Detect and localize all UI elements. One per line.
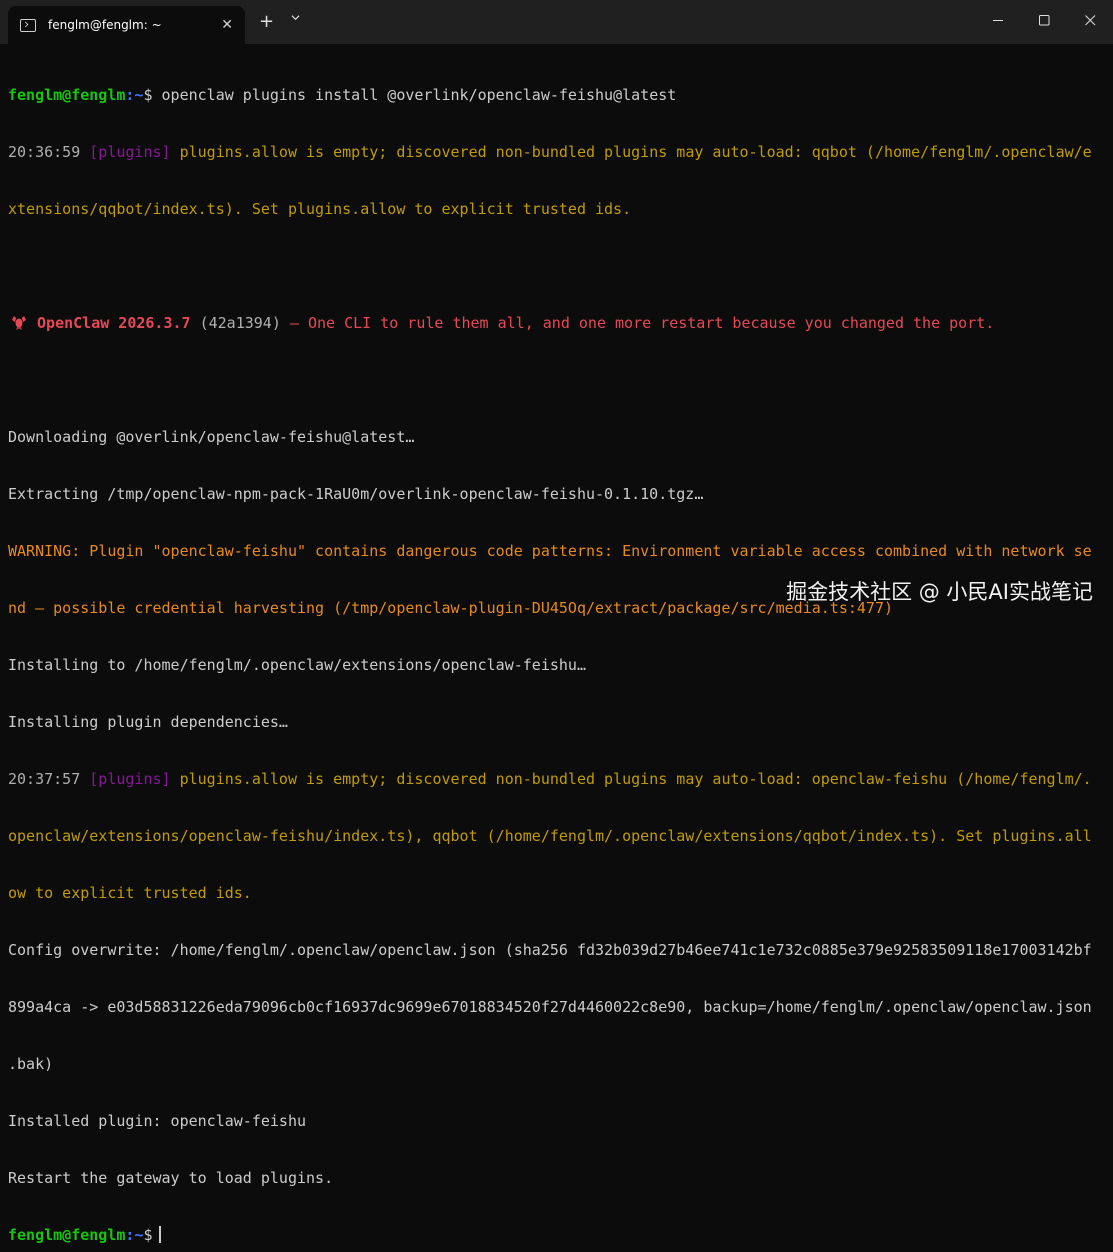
close-icon[interactable]: ✕ xyxy=(221,16,233,34)
tab-terminal[interactable]: fenglm@fenglm: ~ ✕ xyxy=(8,6,245,44)
watermark: 掘金技术社区 @ 小民AI实战笔记 xyxy=(786,580,1093,604)
chevron-down-icon[interactable] xyxy=(291,13,300,22)
output-line: Installing to /home/fenglm/.openclaw/ext… xyxy=(8,656,586,674)
output-line: Installing plugin dependencies… xyxy=(8,713,288,731)
close-icon xyxy=(1084,14,1095,25)
maximize-icon xyxy=(1038,14,1049,25)
text-cursor xyxy=(158,1226,161,1243)
prompt-path: :~ xyxy=(125,1226,144,1244)
command-text: openclaw plugins install @overlink/openc… xyxy=(152,86,677,104)
minimize-button[interactable] xyxy=(975,0,1021,40)
warning-line: WARNING: Plugin "openclaw-feishu" contai… xyxy=(8,542,1092,560)
log-message: plugins.allow is empty; discovered non-b… xyxy=(170,770,1092,788)
title-bar: fenglm@fenglm: ~ ✕ + xyxy=(0,0,1113,44)
prompt-line[interactable]: fenglm@fenglm:~$ xyxy=(8,1226,1106,1245)
command-line: fenglm@fenglm:~$ openclaw plugins instal… xyxy=(8,86,1106,105)
log-line: 20:36:59 [plugins] plugins.allow is empt… xyxy=(8,143,1106,162)
output-line: Downloading @overlink/openclaw-feishu@la… xyxy=(8,428,415,446)
prompt-symbol: $ xyxy=(143,86,153,104)
prompt-symbol: $ xyxy=(143,1226,153,1244)
output-line: Restart the gateway to load plugins. xyxy=(8,1169,334,1187)
maximize-button[interactable] xyxy=(1021,0,1067,40)
prompt-path: :~ xyxy=(125,86,144,104)
app-name: OpenClaw 2026.3.7 xyxy=(28,314,191,332)
banner-line: OpenClaw 2026.3.7 (42a1394) — One CLI to… xyxy=(8,314,1106,333)
log-line: 20:37:57 [plugins] plugins.allow is empt… xyxy=(8,770,1106,789)
timestamp: 20:36:59 xyxy=(8,143,81,161)
prompt-user-host: fenglm@fenglm xyxy=(8,1226,126,1244)
log-line: ow to explicit trusted ids. xyxy=(8,884,252,902)
log-line: xtensions/qqbot/index.ts). Set plugins.a… xyxy=(8,200,1106,219)
output-line: 899a4ca -> e03d58831226eda79096cb0cf1693… xyxy=(8,998,1092,1016)
close-window-button[interactable] xyxy=(1067,0,1113,40)
output-line: Installed plugin: openclaw-feishu xyxy=(8,1112,307,1130)
log-message: xtensions/qqbot/index.ts). Set plugins.a… xyxy=(8,200,632,218)
log-tag: [plugins] xyxy=(80,770,171,788)
plus-icon[interactable]: + xyxy=(259,11,274,33)
app-tagline: — One CLI to rule them all, and one more… xyxy=(280,314,995,332)
timestamp: 20:37:57 xyxy=(8,770,81,788)
terminal-output[interactable]: fenglm@fenglm:~$ openclaw plugins instal… xyxy=(8,48,1106,1252)
log-tag: [plugins] xyxy=(80,143,171,161)
output-line: Extracting /tmp/openclaw-npm-pack-1RaU0m… xyxy=(8,485,704,503)
log-message: plugins.allow is empty; discovered non-b… xyxy=(170,143,1092,161)
tab-title: fenglm@fenglm: ~ xyxy=(48,18,162,32)
prompt-user-host: fenglm@fenglm xyxy=(8,86,126,104)
terminal-icon xyxy=(20,18,36,32)
minimize-icon xyxy=(992,19,1003,21)
output-line: .bak) xyxy=(8,1055,54,1073)
lobster-icon xyxy=(12,316,26,330)
log-line: openclaw/extensions/openclaw-feishu/inde… xyxy=(8,827,1092,845)
app-hash: (42a1394) xyxy=(190,314,281,332)
output-line: Config overwrite: /home/fenglm/.openclaw… xyxy=(8,941,1092,959)
